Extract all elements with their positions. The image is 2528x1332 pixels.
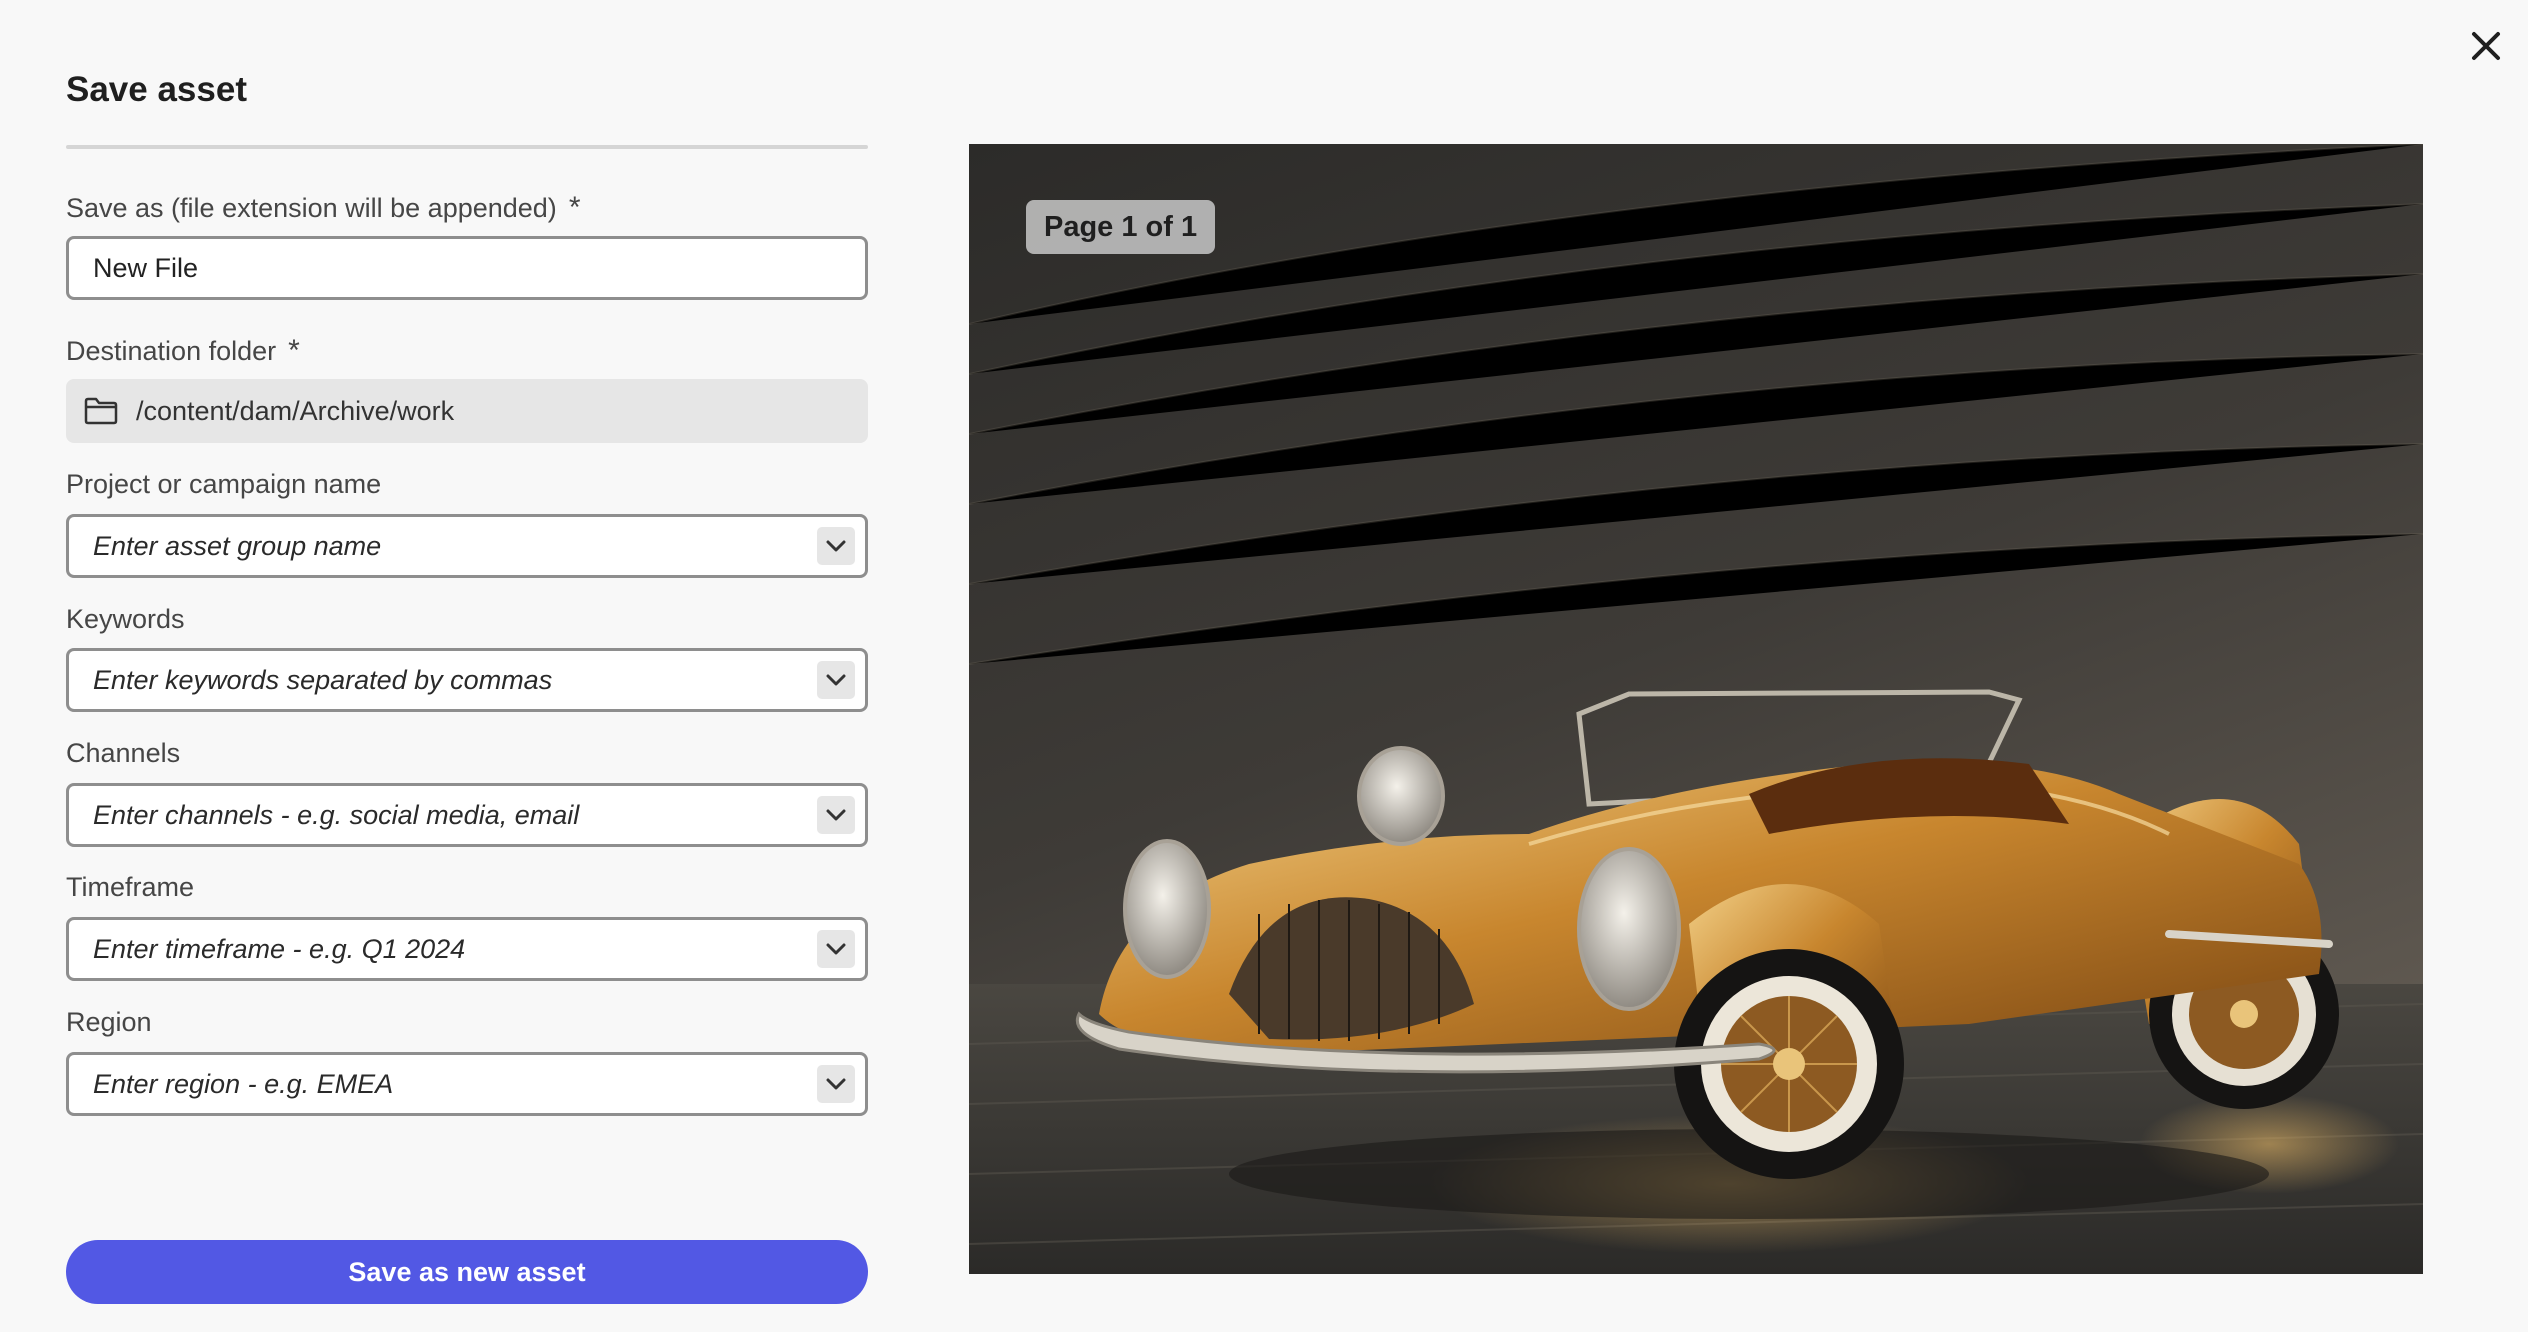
save-as-label: Save as (file extension will be appended… [66,191,581,225]
close-button[interactable] [2466,26,2506,66]
save-as-label-text: Save as (file extension will be appended… [66,193,557,223]
project-dropdown-button[interactable] [817,527,855,565]
channels-label: Channels [66,738,181,768]
asset-preview: Page 1 of 1 [969,144,2423,1274]
file-name-value: New File [93,252,199,283]
close-icon [2472,32,2500,60]
destination-folder-label: Destination folder * [66,334,300,368]
region-placeholder: Enter region - e.g. EMEA [93,1069,394,1099]
dialog-title: Save asset [66,70,247,109]
title-divider [66,145,868,149]
file-name-input[interactable]: New File [66,236,868,300]
chevron-down-icon [826,1078,846,1090]
keywords-label: Keywords [66,604,185,634]
timeframe-placeholder: Enter timeframe - e.g. Q1 2024 [93,934,466,964]
project-label: Project or campaign name [66,469,382,499]
channels-combobox[interactable]: Enter channels - e.g. social media, emai… [66,783,868,847]
required-indicator: * [568,191,581,224]
folder-icon [84,397,118,425]
required-indicator: * [288,334,300,367]
chevron-down-icon [826,674,846,686]
chevron-down-icon [826,809,846,821]
channels-dropdown-button[interactable] [817,796,855,834]
project-placeholder: Enter asset group name [93,531,382,561]
region-dropdown-button[interactable] [817,1065,855,1103]
region-combobox[interactable]: Enter region - e.g. EMEA [66,1052,868,1116]
save-as-new-asset-button[interactable]: Save as new asset [66,1240,868,1304]
chevron-down-icon [826,540,846,552]
region-label: Region [66,1007,152,1037]
keywords-placeholder: Enter keywords separated by commas [93,665,553,695]
keywords-combobox[interactable]: Enter keywords separated by commas [66,648,868,712]
destination-folder-path: /content/dam/Archive/work [136,395,455,426]
timeframe-combobox[interactable]: Enter timeframe - e.g. Q1 2024 [66,917,868,981]
project-combobox[interactable]: Enter asset group name [66,514,868,578]
destination-folder-label-text: Destination folder [66,336,277,366]
channels-placeholder: Enter channels - e.g. social media, emai… [93,800,580,830]
save-asset-form: Save asset Save as (file extension will … [66,0,868,1332]
keywords-dropdown-button[interactable] [817,661,855,699]
vintage-car-image [969,144,2423,1274]
timeframe-label: Timeframe [66,872,195,902]
page-indicator: Page 1 of 1 [1026,200,1216,254]
destination-folder-field[interactable]: /content/dam/Archive/work [66,379,868,443]
timeframe-dropdown-button[interactable] [817,930,855,968]
chevron-down-icon [826,943,846,955]
